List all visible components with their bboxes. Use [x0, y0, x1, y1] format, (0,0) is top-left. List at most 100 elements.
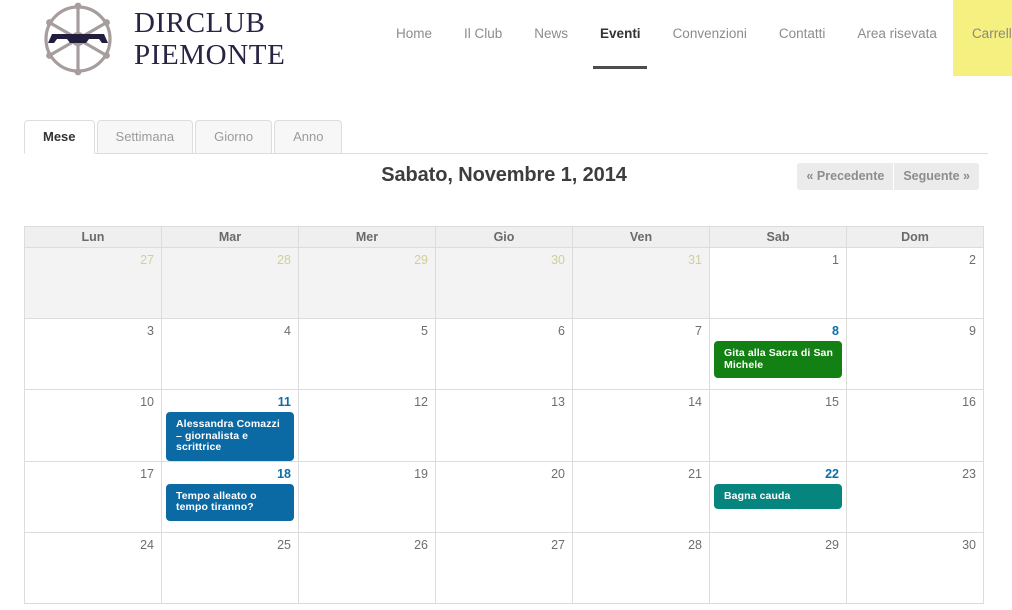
calendar-day-cell[interactable]: 30 [846, 531, 984, 604]
calendar-day-cell[interactable]: 3 [24, 318, 162, 390]
calendar-week-row: 27 28 29 30 31 1 2 [24, 247, 984, 319]
calendar-day-cell[interactable]: 31 [572, 247, 710, 319]
day-number: 27 [140, 253, 154, 267]
calendar-day-cell[interactable]: 23 [846, 460, 984, 533]
day-number[interactable]: 30 [847, 533, 983, 552]
calendar-day-cell[interactable]: 5 [298, 318, 436, 390]
calendar-day-cell[interactable]: 26 [298, 531, 436, 604]
day-number[interactable]: 10 [25, 390, 161, 409]
brand-logo[interactable]: DIRCLUB PIEMONTE [36, 2, 285, 76]
calendar-event[interactable]: Tempo alleato o tempo tiranno? [166, 483, 294, 521]
calendar-day-cell[interactable]: 16 [846, 389, 984, 462]
tab-anno[interactable]: Anno [274, 120, 343, 153]
previous-button[interactable]: « Precedente [797, 163, 894, 190]
calendar-day-cell[interactable]: 6 [435, 318, 573, 390]
day-number[interactable]: 2 [847, 248, 983, 267]
nav-item-carrello[interactable]: Carrello [952, 0, 1012, 76]
day-number[interactable]: 24 [25, 533, 161, 552]
day-number[interactable]: 18 [162, 462, 298, 481]
calendar-day-cell[interactable]: 28 [161, 247, 299, 319]
calendar-day-cell[interactable]: 22 Bagna cauda [709, 460, 847, 533]
tab-giorno[interactable]: Giorno [195, 120, 273, 153]
day-number: 30 [551, 253, 565, 267]
tab-settimana[interactable]: Settimana [96, 120, 194, 153]
calendar-event[interactable]: Gita alla Sacra di San Michele [714, 341, 842, 378]
calendar-day-cell[interactable]: 18 Tempo alleato o tempo tiranno? [161, 460, 299, 533]
calendar-day-cell[interactable]: 8 Gita alla Sacra di San Michele [709, 318, 847, 390]
calendar-day-cell[interactable]: 13 [435, 389, 573, 462]
day-number[interactable]: 23 [847, 462, 983, 481]
calendar-day-cell[interactable]: 4 [161, 318, 299, 390]
calendar-day-cell[interactable]: 2 [846, 247, 984, 319]
day-number[interactable]: 3 [25, 319, 161, 338]
day-number[interactable]: 27 [436, 533, 572, 552]
nav-item-news[interactable]: News [518, 0, 584, 76]
calendar-day-cell[interactable]: 15 [709, 389, 847, 462]
calendar-day-cell[interactable]: 28 [572, 531, 710, 604]
next-button[interactable]: Seguente » [894, 163, 979, 190]
calendar-day-cell[interactable]: 1 [709, 247, 847, 319]
nav-item-home[interactable]: Home [380, 0, 448, 76]
calendar-body: 27 28 29 30 31 1 2 3 4 5 6 7 8 Gita alla Sacra di San… [24, 247, 984, 604]
calendar-day-cell[interactable]: 19 [298, 460, 436, 533]
calendar-week-row: 3 4 5 6 7 8 Gita alla Sacra di San Michele 9 [24, 318, 984, 390]
calendar-day-cell[interactable]: 9 [846, 318, 984, 390]
day-number[interactable]: 22 [710, 462, 846, 481]
tab-mese[interactable]: Mese [24, 120, 95, 154]
calendar-day-cell[interactable]: 21 [572, 460, 710, 533]
day-number[interactable]: 25 [162, 533, 298, 552]
day-number[interactable]: 4 [162, 319, 298, 338]
ship-wheel-logo-icon [36, 2, 120, 76]
calendar-day-cell[interactable]: 25 [161, 531, 299, 604]
calendar-day-cell[interactable]: 29 [298, 247, 436, 319]
calendar-event[interactable]: Alessandra Comazzi – giornalista e scrit… [166, 412, 294, 461]
day-number[interactable]: 13 [436, 390, 572, 409]
nav-item-il-club[interactable]: Il Club [448, 0, 518, 76]
day-number[interactable]: 12 [299, 390, 435, 409]
day-number[interactable]: 19 [299, 462, 435, 481]
calendar-day-cell[interactable]: 27 [24, 247, 162, 319]
calendar-day-cell[interactable]: 11 Alessandra Comazzi – giornalista e scr… [161, 389, 299, 462]
day-number[interactable]: 29 [710, 533, 846, 552]
day-number[interactable]: 8 [710, 319, 846, 338]
nav-item-convenzioni[interactable]: Convenzioni [657, 0, 763, 76]
weekday-ven: Ven [572, 226, 710, 248]
calendar-day-cell[interactable]: 30 [435, 247, 573, 319]
brand-wordmark: DIRCLUB PIEMONTE [134, 6, 285, 70]
day-number[interactable]: 26 [299, 533, 435, 552]
day-number[interactable]: 28 [573, 533, 709, 552]
day-number[interactable]: 16 [847, 390, 983, 409]
calendar-day-cell[interactable]: 14 [572, 389, 710, 462]
day-number[interactable]: 14 [573, 390, 709, 409]
calendar-event[interactable]: Bagna cauda [714, 483, 842, 509]
calendar-day-cell[interactable]: 7 [572, 318, 710, 390]
calendar-day-cell[interactable]: 24 [24, 531, 162, 604]
day-number[interactable]: 20 [436, 462, 572, 481]
nav-item-area-risevata[interactable]: Area risevata [841, 0, 953, 76]
calendar-day-cell[interactable]: 10 [24, 389, 162, 462]
calendar-grid-wrapper: Lun Mar Mer Gio Ven Sab Dom 27 28 29 30 31 1 2… [24, 226, 984, 604]
day-number[interactable]: 21 [573, 462, 709, 481]
day-number[interactable]: 1 [710, 248, 846, 267]
weekday-mer: Mer [298, 226, 436, 248]
calendar-day-cell[interactable]: 17 [24, 460, 162, 533]
nav-item-contatti[interactable]: Contatti [763, 0, 842, 76]
brand-line-1: DIRCLUB [134, 6, 266, 39]
nav-item-eventi[interactable]: Eventi [584, 0, 657, 76]
day-number[interactable]: 15 [710, 390, 846, 409]
weekday-lun: Lun [24, 226, 162, 248]
day-number[interactable]: 6 [436, 319, 572, 338]
day-number[interactable]: 17 [25, 462, 161, 481]
calendar-day-cell[interactable]: 27 [435, 531, 573, 604]
day-number[interactable]: 11 [162, 390, 298, 409]
day-number[interactable]: 7 [573, 319, 709, 338]
calendar-day-cell[interactable]: 12 [298, 389, 436, 462]
day-number[interactable]: 9 [847, 319, 983, 338]
weekday-mar: Mar [161, 226, 299, 248]
calendar-day-cell[interactable]: 29 [709, 531, 847, 604]
site-header: DIRCLUB PIEMONTE Home Il Club News Event… [0, 0, 1012, 76]
day-number[interactable]: 5 [299, 319, 435, 338]
weekday-sab: Sab [709, 226, 847, 248]
calendar-day-cell[interactable]: 20 [435, 460, 573, 533]
calendar-week-row: 10 11 Alessandra Comazzi – giornalista e s… [24, 389, 984, 462]
